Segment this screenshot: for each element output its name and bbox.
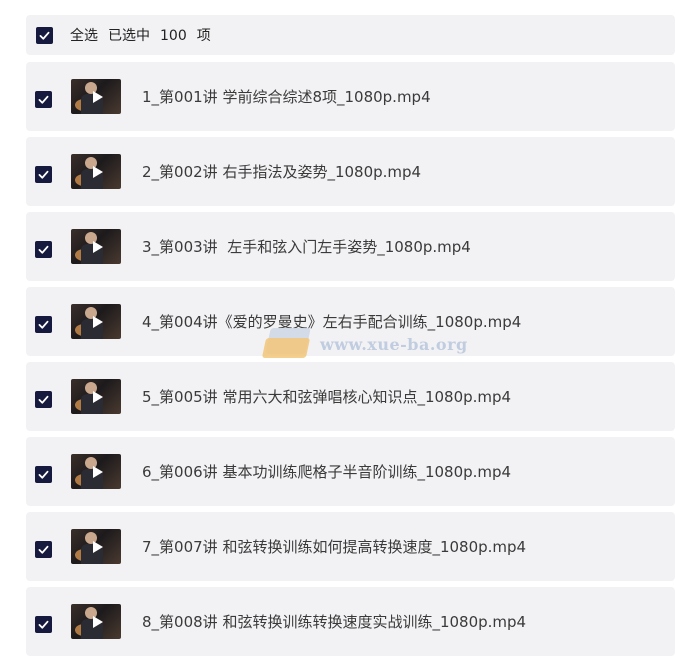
play-icon bbox=[93, 240, 103, 253]
selected-prefix: 已选中 bbox=[108, 28, 150, 44]
check-icon bbox=[38, 470, 49, 479]
file-name[interactable]: 1_第001讲 学前综合综述8项_1080p.mp4 bbox=[142, 86, 431, 107]
play-icon bbox=[93, 465, 103, 478]
file-name[interactable]: 3_第003讲 左手和弦入门左手姿势_1080p.mp4 bbox=[142, 236, 471, 257]
selected-unit: 项 bbox=[196, 28, 211, 44]
watermark-text: www.xue-ba.org bbox=[320, 334, 468, 354]
file-checkbox[interactable] bbox=[35, 166, 52, 183]
file-name[interactable]: 5_第005讲 常用六大和弦弹唱核心知识点_1080p.mp4 bbox=[142, 386, 511, 407]
video-thumbnail-icon[interactable] bbox=[71, 154, 121, 189]
select-all-checkbox[interactable] bbox=[36, 26, 53, 44]
video-thumbnail-icon[interactable] bbox=[71, 529, 121, 564]
file-list-item[interactable]: 6_第006讲 基本功训练爬格子半音阶训练_1080p.mp4 bbox=[26, 437, 675, 506]
file-list-item[interactable]: 3_第003讲 左手和弦入门左手姿势_1080p.mp4 bbox=[26, 212, 675, 281]
selection-summary: 全选 已选中 100 项 bbox=[70, 25, 221, 45]
play-icon bbox=[93, 615, 103, 628]
watermark: www.xue-ba.org bbox=[261, 322, 468, 362]
file-list-item[interactable]: 1_第001讲 学前综合综述8项_1080p.mp4 bbox=[26, 62, 675, 131]
selected-count: 100 bbox=[160, 28, 187, 44]
watermark-logo-icon bbox=[261, 322, 314, 362]
check-icon bbox=[38, 245, 49, 254]
file-list-item[interactable]: 8_第008讲 和弦转换训练转换速度实战训练_1080p.mp4 bbox=[26, 587, 675, 656]
file-list-item[interactable]: 2_第002讲 右手指法及姿势_1080p.mp4 bbox=[26, 137, 675, 206]
check-icon bbox=[38, 320, 49, 329]
file-name[interactable]: 8_第008讲 和弦转换训练转换速度实战训练_1080p.mp4 bbox=[142, 611, 526, 632]
select-all-bar: 全选 已选中 100 项 bbox=[26, 15, 675, 55]
select-all-label[interactable]: 全选 bbox=[70, 28, 98, 44]
check-icon bbox=[39, 31, 50, 40]
file-checkbox[interactable] bbox=[35, 91, 52, 108]
file-name[interactable]: 7_第007讲 和弦转换训练如何提高转换速度_1080p.mp4 bbox=[142, 536, 526, 557]
file-checkbox[interactable] bbox=[35, 541, 52, 558]
file-checkbox[interactable] bbox=[35, 466, 52, 483]
video-thumbnail-icon[interactable] bbox=[71, 79, 121, 114]
check-icon bbox=[38, 620, 49, 629]
file-name[interactable]: 6_第006讲 基本功训练爬格子半音阶训练_1080p.mp4 bbox=[142, 461, 511, 482]
play-icon bbox=[93, 390, 103, 403]
file-list-item[interactable]: 5_第005讲 常用六大和弦弹唱核心知识点_1080p.mp4 bbox=[26, 362, 675, 431]
check-icon bbox=[38, 170, 49, 179]
video-thumbnail-icon[interactable] bbox=[71, 229, 121, 264]
play-icon bbox=[93, 315, 103, 328]
video-thumbnail-icon[interactable] bbox=[71, 454, 121, 489]
play-icon bbox=[93, 165, 103, 178]
video-thumbnail-icon[interactable] bbox=[71, 379, 121, 414]
file-list: 1_第001讲 学前综合综述8项_1080p.mp4 2_第002讲 右手指法及姿… bbox=[26, 62, 675, 662]
file-checkbox[interactable] bbox=[35, 241, 52, 258]
check-icon bbox=[38, 395, 49, 404]
play-icon bbox=[93, 540, 103, 553]
file-checkbox[interactable] bbox=[35, 616, 52, 633]
video-thumbnail-icon[interactable] bbox=[71, 304, 121, 339]
file-list-item[interactable]: 7_第007讲 和弦转换训练如何提高转换速度_1080p.mp4 bbox=[26, 512, 675, 581]
file-checkbox[interactable] bbox=[35, 391, 52, 408]
video-thumbnail-icon[interactable] bbox=[71, 604, 121, 639]
check-icon bbox=[38, 545, 49, 554]
play-icon bbox=[93, 90, 103, 103]
file-name[interactable]: 2_第002讲 右手指法及姿势_1080p.mp4 bbox=[142, 161, 421, 182]
file-checkbox[interactable] bbox=[35, 316, 52, 333]
check-icon bbox=[38, 95, 49, 104]
